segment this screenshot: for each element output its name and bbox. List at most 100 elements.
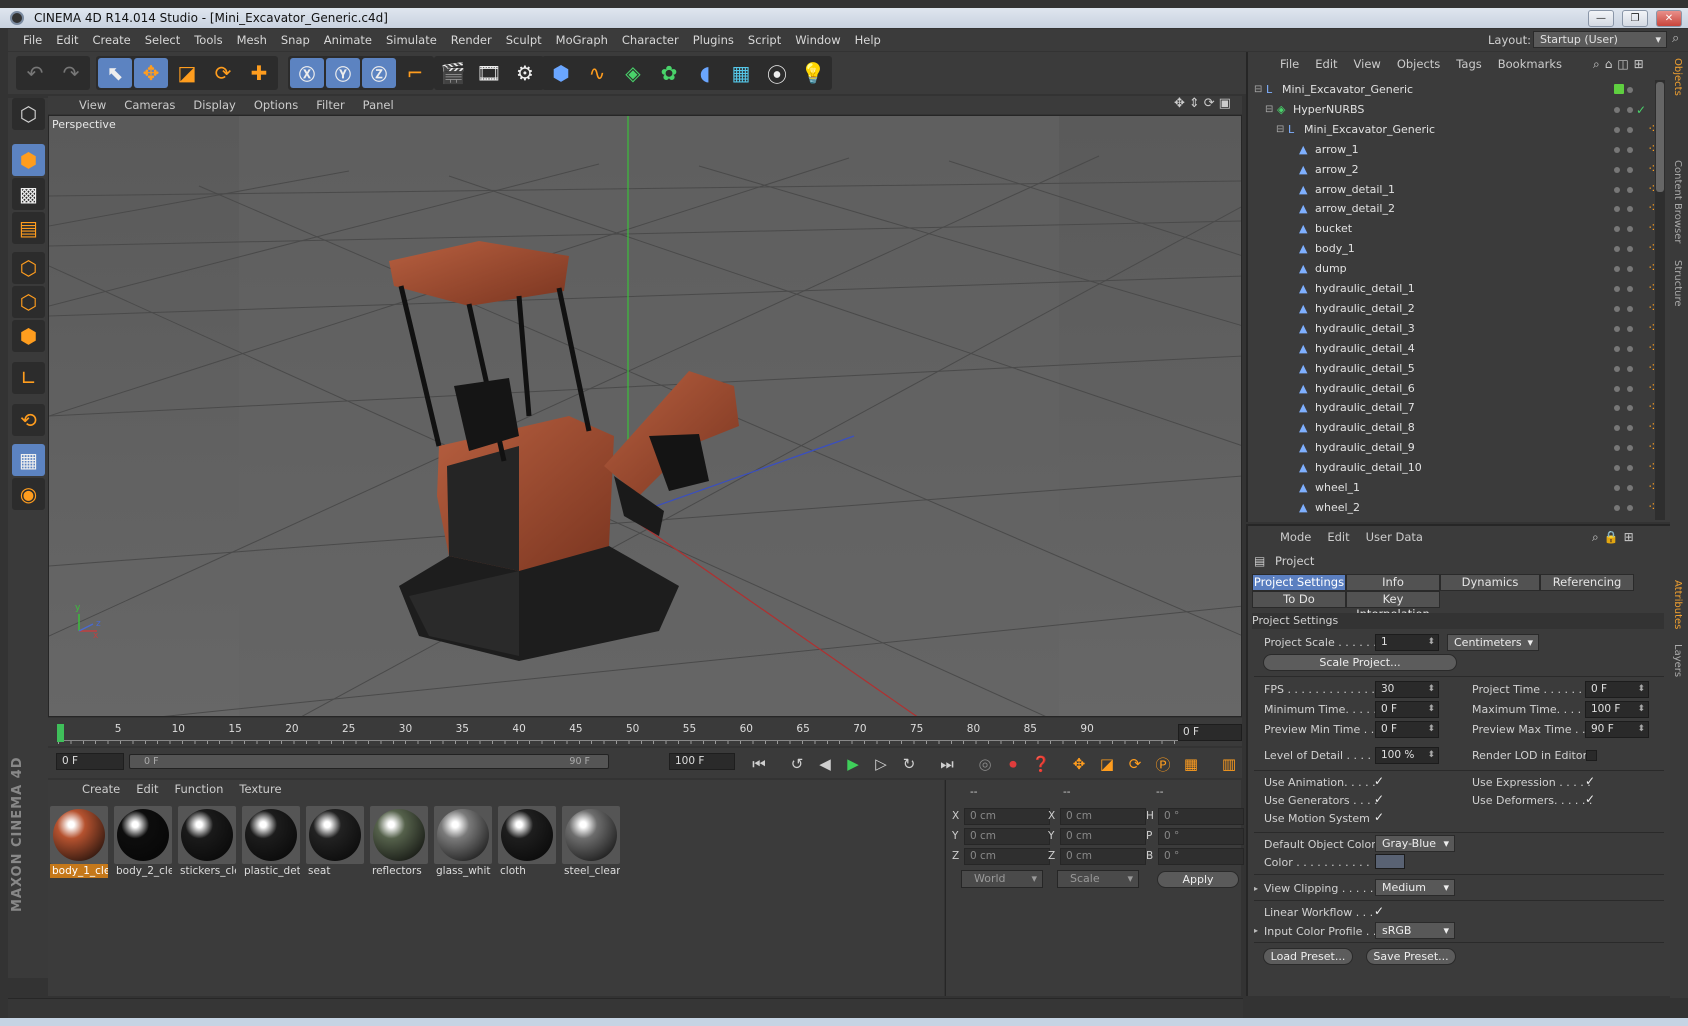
points-mode-icon[interactable]: ⬡ xyxy=(12,252,45,284)
viewport-menu-panel[interactable]: Panel xyxy=(354,98,403,112)
render-visibility-dot[interactable] xyxy=(1627,286,1633,292)
phong-tag-icon[interactable]: ⁖ xyxy=(1648,319,1654,339)
editor-visibility-dot[interactable] xyxy=(1614,246,1620,253)
maximize-button[interactable]: ❐ xyxy=(1622,10,1648,27)
material-item[interactable]: steel_clean xyxy=(562,806,620,878)
save-preset-button[interactable]: Save Preset... xyxy=(1366,948,1456,965)
coord-value-field[interactable]: 0 ° xyxy=(1158,848,1244,865)
object-tree[interactable]: ⊟ L Mini_Excavator_Generic ⊟ ◈ HyperNURBS ✓ ⊟ L M… xyxy=(1250,80,1654,520)
object-row[interactable]: ▲ hydraulic_detail_2 ⁖ xyxy=(1250,299,1654,319)
tab-attributes[interactable]: Attributes xyxy=(1672,580,1683,629)
render-visibility-dot[interactable] xyxy=(1627,226,1633,233)
polygons-mode-icon[interactable]: ⬢ xyxy=(12,320,45,352)
viewport-menu-view[interactable]: View xyxy=(70,98,115,112)
coord-value-field[interactable]: 0 ° xyxy=(1158,828,1244,845)
coord-value-field[interactable]: 0 cm xyxy=(964,848,1050,865)
live-selection-icon[interactable]: ⬉ xyxy=(98,58,132,88)
cinema4d-app-icon[interactable] xyxy=(10,11,24,25)
material-item[interactable]: plastic_det xyxy=(242,806,300,878)
editor-visibility-dot[interactable] xyxy=(1614,305,1620,312)
object-row[interactable]: ▲ bucket ⁖ xyxy=(1250,219,1654,239)
editor-visibility-dot[interactable] xyxy=(1614,286,1620,292)
editor-visibility-dot[interactable] xyxy=(1614,365,1620,372)
render-visibility-dot[interactable] xyxy=(1627,325,1633,332)
phong-tag-icon[interactable]: ⁖ xyxy=(1648,438,1654,458)
key-rotation-icon[interactable]: ⟳ xyxy=(1122,752,1148,776)
object-row[interactable]: ▲ hydraulic_detail_3 ⁖ xyxy=(1250,319,1654,339)
phong-tag-icon[interactable]: ⁖ xyxy=(1648,299,1654,319)
default-object-color-select[interactable]: Gray-Blue xyxy=(1375,835,1455,852)
use-generators-checkbox[interactable]: ✓ xyxy=(1374,792,1384,806)
menu-render[interactable]: Render xyxy=(444,33,499,47)
object-row[interactable]: ▲ dump ⁖ xyxy=(1250,259,1654,279)
material-menu-create[interactable]: Create xyxy=(74,782,128,800)
editor-visibility-dot[interactable] xyxy=(1614,226,1620,233)
tweak-mode-icon[interactable]: ⟲ xyxy=(12,404,45,436)
camera-icon[interactable]: ⦿ xyxy=(760,58,794,88)
view-clipping-select[interactable]: Medium xyxy=(1375,879,1455,896)
render-visibility-dot[interactable] xyxy=(1627,126,1633,133)
recent-tool-icon[interactable]: ✚ xyxy=(242,58,276,88)
phong-tag-icon[interactable]: ⁖ xyxy=(1648,160,1654,180)
apply-button[interactable]: Apply xyxy=(1157,871,1239,888)
object-row[interactable]: ▲ hydraulic_detail_9 ⁖ xyxy=(1250,438,1654,458)
tab-info[interactable]: Info xyxy=(1346,574,1440,591)
texture-mode-icon[interactable]: ▩ xyxy=(12,178,45,210)
menu-window[interactable]: Window xyxy=(788,33,847,47)
z-axis-lock-icon[interactable]: Ⓩ xyxy=(362,58,396,88)
material-item[interactable]: body_1_cle xyxy=(50,806,108,878)
render-visibility-dot[interactable] xyxy=(1627,106,1633,113)
attribute-menu-mode[interactable]: Mode xyxy=(1272,530,1319,544)
render-visibility-dot[interactable] xyxy=(1627,186,1633,193)
editor-visibility-dot[interactable] xyxy=(1614,84,1624,94)
menu-tools[interactable]: Tools xyxy=(187,33,229,47)
object-row[interactable]: ⊟ ◈ HyperNURBS ✓ xyxy=(1250,100,1654,120)
array-icon[interactable]: ✿ xyxy=(652,58,686,88)
phong-tag-icon[interactable]: ⁖ xyxy=(1648,279,1654,299)
phong-tag-icon[interactable]: ⁖ xyxy=(1648,339,1654,359)
expand-arrow-icon[interactable]: ▸ xyxy=(1254,884,1258,893)
spline-icon[interactable]: ∿ xyxy=(580,58,614,88)
enabled-check-icon[interactable]: ✓ xyxy=(1636,100,1646,120)
undo-icon[interactable]: ↶ xyxy=(18,58,52,88)
maximum-time-field[interactable]: 100 F xyxy=(1585,701,1649,718)
render-visibility-dot[interactable] xyxy=(1627,445,1633,452)
editor-visibility-dot[interactable] xyxy=(1614,166,1620,173)
coord-value-field[interactable]: 0 ° xyxy=(1158,808,1244,825)
editor-visibility-dot[interactable] xyxy=(1614,325,1620,332)
y-axis-lock-icon[interactable]: Ⓨ xyxy=(326,58,360,88)
model-mode-icon[interactable]: ⬢ xyxy=(12,144,45,176)
load-preset-button[interactable]: Load Preset... xyxy=(1263,948,1353,965)
editor-visibility-dot[interactable] xyxy=(1614,465,1620,472)
range-end-field[interactable]: 100 F xyxy=(669,753,735,770)
object-manager-nav-icons[interactable]: ⌕⌂◫⊞ xyxy=(1593,57,1649,72)
scale-project-button[interactable]: Scale Project... xyxy=(1263,654,1457,671)
go-to-end-icon[interactable]: ⏭ xyxy=(934,752,960,776)
phong-tag-icon[interactable]: ⁖ xyxy=(1648,359,1654,379)
coord-value-field[interactable]: 0 cm xyxy=(964,808,1050,825)
phong-tag-icon[interactable]: ⁖ xyxy=(1648,219,1654,239)
key-scale-icon[interactable]: ◪ xyxy=(1094,752,1120,776)
material-menu-function[interactable]: Function xyxy=(167,782,232,800)
menu-file[interactable]: File xyxy=(16,33,49,47)
use-motion-system-checkbox[interactable]: ✓ xyxy=(1374,810,1384,824)
key-parameter-icon[interactable]: Ⓟ xyxy=(1150,752,1176,776)
rotate-tool-icon[interactable]: ⟳ xyxy=(206,58,240,88)
menu-snap[interactable]: Snap xyxy=(274,33,317,47)
menu-help[interactable]: Help xyxy=(848,33,888,47)
auto-keying-icon[interactable]: ❓ xyxy=(1028,752,1054,776)
timeline-window-icon[interactable]: ▥ xyxy=(1216,752,1242,776)
menu-mesh[interactable]: Mesh xyxy=(230,33,274,47)
editor-visibility-dot[interactable] xyxy=(1614,425,1620,432)
material-menu-edit[interactable]: Edit xyxy=(128,782,166,800)
viewport-scene[interactable]: y x z xyxy=(49,116,1242,717)
level-of-detail-field[interactable]: 100 % xyxy=(1375,747,1439,764)
preview-range-slider[interactable]: 0 F 90 F xyxy=(129,754,609,769)
object-row[interactable]: ▲ hydraulic_detail_4 ⁖ xyxy=(1250,339,1654,359)
object-row[interactable]: ▲ hydraulic_detail_10 ⁖ xyxy=(1250,458,1654,478)
collapse-icon[interactable]: ⊟ xyxy=(1276,120,1284,140)
use-animation-checkbox[interactable]: ✓ xyxy=(1374,774,1384,788)
project-scale-unit-select[interactable]: Centimeters xyxy=(1447,634,1539,651)
editor-visibility-dot[interactable] xyxy=(1614,445,1620,452)
record-active-icon[interactable]: ⏺ xyxy=(1000,752,1026,776)
